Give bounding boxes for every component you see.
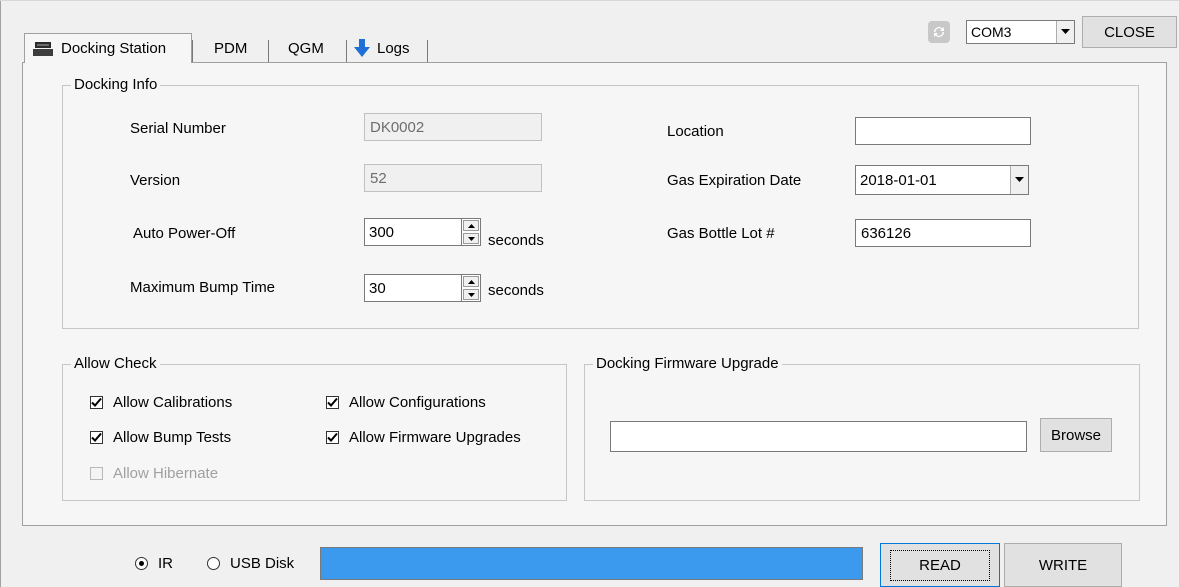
usb-disk-radio[interactable]: USB Disk bbox=[207, 555, 294, 572]
checkbox-box bbox=[90, 467, 103, 480]
tab-pdm-label: PDM bbox=[214, 39, 248, 57]
checkbox-box[interactable] bbox=[90, 431, 103, 444]
allow-bump-tests-checkbox[interactable]: Allow Bump Tests bbox=[90, 429, 231, 446]
serial-number-field: DK0002 bbox=[364, 113, 542, 141]
radio-circle[interactable] bbox=[135, 557, 148, 570]
tab-separator bbox=[268, 40, 269, 62]
chevron-down-icon[interactable] bbox=[1010, 166, 1028, 194]
port-select-value: COM3 bbox=[971, 24, 1012, 40]
refresh-button[interactable] bbox=[928, 21, 950, 43]
port-select[interactable]: COM3 bbox=[966, 20, 1075, 44]
spin-down-icon[interactable] bbox=[463, 233, 479, 244]
allow-firmware-upgrades-checkbox[interactable]: Allow Firmware Upgrades bbox=[326, 429, 521, 446]
auto-power-off-value[interactable]: 300 bbox=[364, 218, 461, 246]
read-button-label: READ bbox=[890, 549, 990, 581]
read-button[interactable]: READ bbox=[880, 543, 1000, 587]
spin-down-icon[interactable] bbox=[463, 289, 479, 300]
firmware-upgrade-title: Docking Firmware Upgrade bbox=[593, 355, 782, 372]
auto-power-off-stepper[interactable]: 300 bbox=[364, 218, 481, 246]
allow-calibrations-label: Allow Calibrations bbox=[113, 394, 233, 411]
ir-radio[interactable]: IR bbox=[135, 555, 173, 572]
refresh-icon bbox=[934, 27, 944, 37]
gas-bottle-lot-value: 636126 bbox=[861, 224, 912, 242]
docking-info-title: Docking Info bbox=[71, 76, 161, 93]
checkbox-box[interactable] bbox=[326, 431, 339, 444]
tab-logs-label: Logs bbox=[377, 39, 410, 57]
radio-circle[interactable] bbox=[207, 557, 220, 570]
spin-up-icon[interactable] bbox=[463, 276, 479, 287]
tab-qgm[interactable]: QGM bbox=[280, 34, 332, 62]
browse-button-label: Browse bbox=[1050, 426, 1102, 444]
close-button-label: CLOSE bbox=[1104, 23, 1155, 41]
allow-calibrations-checkbox[interactable]: Allow Calibrations bbox=[90, 394, 232, 411]
ir-radio-label: IR bbox=[158, 555, 173, 572]
max-bump-time-value[interactable]: 30 bbox=[364, 274, 461, 302]
gas-bottle-lot-label: Gas Bottle Lot # bbox=[667, 225, 775, 242]
tab-separator bbox=[192, 40, 193, 62]
progress-bar bbox=[320, 547, 863, 580]
allow-hibernate-checkbox: Allow Hibernate bbox=[90, 465, 218, 482]
location-input[interactable] bbox=[855, 117, 1031, 145]
write-button-label: WRITE bbox=[1038, 556, 1088, 574]
tab-logs[interactable]: Logs bbox=[349, 34, 418, 62]
checkbox-box[interactable] bbox=[326, 396, 339, 409]
max-bump-time-spin[interactable] bbox=[461, 274, 481, 302]
close-button[interactable]: CLOSE bbox=[1082, 16, 1177, 48]
allow-check-title: Allow Check bbox=[71, 355, 160, 372]
radio-selected-dot bbox=[139, 561, 144, 566]
max-bump-time-label: Maximum Bump Time bbox=[130, 279, 276, 296]
checkbox-box[interactable] bbox=[90, 396, 103, 409]
version-label: Version bbox=[130, 172, 181, 189]
allow-hibernate-label: Allow Hibernate bbox=[113, 465, 219, 482]
tab-pdm[interactable]: PDM bbox=[206, 34, 255, 62]
docking-station-icon bbox=[33, 41, 53, 56]
location-label: Location bbox=[667, 123, 724, 140]
allow-bump-tests-label: Allow Bump Tests bbox=[113, 429, 232, 446]
browse-button[interactable]: Browse bbox=[1040, 418, 1112, 452]
gas-expiration-label: Gas Expiration Date bbox=[667, 172, 802, 189]
window-border bbox=[0, 0, 1, 587]
firmware-path-input[interactable] bbox=[610, 421, 1027, 452]
max-bump-time-unit: seconds bbox=[488, 282, 544, 299]
write-button[interactable]: WRITE bbox=[1004, 543, 1122, 587]
check-icon bbox=[91, 432, 102, 442]
auto-power-off-label: Auto Power-Off bbox=[133, 225, 236, 242]
serial-number-label: Serial Number bbox=[130, 120, 226, 137]
gas-expiration-value: 2018-01-01 bbox=[860, 171, 937, 189]
auto-power-off-spin[interactable] bbox=[461, 218, 481, 246]
download-arrow-icon bbox=[354, 39, 370, 57]
check-icon bbox=[327, 432, 338, 442]
allow-firmware-upgrades-label: Allow Firmware Upgrades bbox=[349, 429, 521, 446]
tab-separator bbox=[346, 40, 347, 62]
auto-power-off-unit: seconds bbox=[488, 232, 544, 249]
tab-separator bbox=[427, 40, 428, 62]
tab-qgm-label: QGM bbox=[288, 39, 324, 57]
gas-expiration-select[interactable]: 2018-01-01 bbox=[855, 165, 1029, 195]
check-icon bbox=[91, 397, 102, 407]
max-bump-time-stepper[interactable]: 30 bbox=[364, 274, 481, 302]
tab-docking-station[interactable]: Docking Station bbox=[24, 33, 192, 63]
check-icon bbox=[327, 397, 338, 407]
allow-configurations-label: Allow Configurations bbox=[349, 394, 486, 411]
spin-up-icon[interactable] bbox=[463, 220, 479, 231]
window-top-border bbox=[0, 0, 1179, 1]
chevron-down-icon[interactable] bbox=[1056, 21, 1074, 43]
version-value: 52 bbox=[370, 169, 387, 187]
usb-disk-radio-label: USB Disk bbox=[230, 555, 295, 572]
tab-docking-station-label: Docking Station bbox=[61, 40, 167, 57]
gas-bottle-lot-input[interactable]: 636126 bbox=[855, 219, 1031, 247]
allow-configurations-checkbox[interactable]: Allow Configurations bbox=[326, 394, 486, 411]
version-field: 52 bbox=[364, 164, 542, 192]
serial-number-value: DK0002 bbox=[370, 118, 425, 136]
